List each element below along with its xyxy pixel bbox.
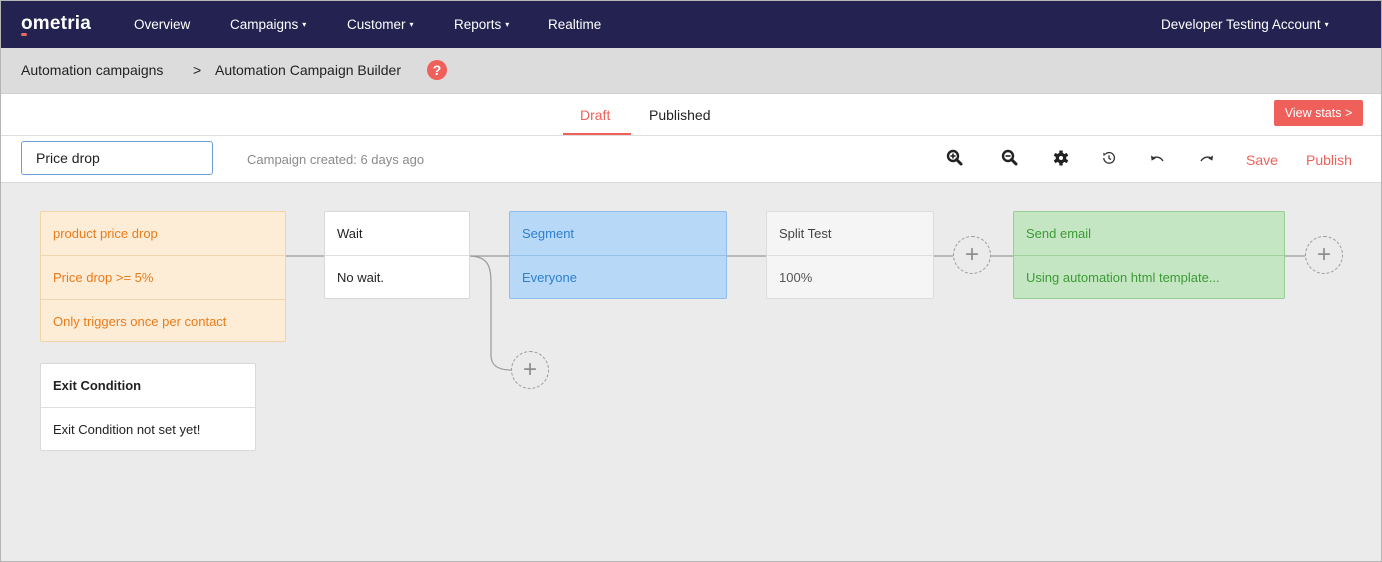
nav-customer-label: Customer [347,17,406,32]
zoom-out-icon[interactable] [1001,149,1019,167]
nav-campaigns-label: Campaigns [230,17,299,32]
undo-icon[interactable] [1148,149,1166,167]
draft-published-tabs: Draft Published View stats > [1,94,1381,136]
campaign-name-input[interactable] [21,141,213,175]
logo-text: ometria [21,13,92,34]
add-step-button[interactable]: + [953,236,991,274]
exit-condition-title: Exit Condition [53,378,142,393]
page-title: Automation Campaign Builder [215,62,401,78]
logo-underline-mark [21,33,27,36]
builder-toolbar: Campaign created: 6 days ago [1,136,1381,183]
history-icon[interactable] [1100,149,1118,167]
wait-title: Wait [337,226,363,241]
send-email-node[interactable]: Send email Using automation html templat… [1013,211,1285,299]
chevron-down-icon: ▾ [505,20,510,29]
ometria-logo[interactable]: ometria [21,13,92,36]
redo-icon[interactable] [1198,149,1216,167]
tab-published[interactable]: Published [649,107,711,123]
breadcrumb: Automation campaigns > Automation Campai… [1,48,1381,94]
tab-draft[interactable]: Draft [580,107,610,123]
automation-builder-app: ometria Overview Campaigns ▾ Customer ▾ Re… [0,0,1382,562]
top-navigation-bar: ometria Overview Campaigns ▾ Customer ▾ Re… [1,1,1381,48]
trigger-frequency: Only triggers once per contact [41,299,285,343]
workflow-canvas[interactable]: product price drop Price drop >= 5% Only… [1,183,1381,561]
nav-reports-label: Reports [454,17,502,32]
trigger-node[interactable]: product price drop Price drop >= 5% Only… [40,211,286,342]
trigger-title: product price drop [53,226,158,241]
nav-reports[interactable]: Reports ▾ [454,17,509,32]
chevron-down-icon: ▾ [302,20,307,29]
nav-realtime[interactable]: Realtime [548,17,601,32]
active-tab-indicator [563,133,631,135]
nav-realtime-label: Realtime [548,17,602,32]
nav-customer[interactable]: Customer ▾ [347,17,414,32]
save-button[interactable]: Save [1246,152,1278,168]
split-test-node[interactable]: Split Test 100% [766,211,934,299]
split-test-title: Split Test [779,226,832,241]
trigger-condition: Price drop >= 5% [41,255,285,299]
help-icon[interactable]: ? [427,60,447,80]
wait-node[interactable]: Wait No wait. [324,211,470,299]
wait-body: No wait. [325,255,469,299]
nav-overview-label: Overview [134,17,191,32]
segment-body: Everyone [510,255,726,299]
breadcrumb-automation-campaigns[interactable]: Automation campaigns [21,62,163,78]
account-name: Developer Testing Account [1161,17,1321,32]
campaign-created-text: Campaign created: 6 days ago [247,152,425,167]
send-email-title: Send email [1026,226,1092,241]
chevron-down-icon: ▾ [409,20,414,29]
zoom-in-icon[interactable] [946,149,964,167]
breadcrumb-separator: > [193,62,202,78]
send-email-body: Using automation html template... [1014,255,1284,299]
segment-node[interactable]: Segment Everyone [509,211,727,299]
split-test-body: 100% [767,255,933,299]
view-stats-button[interactable]: View stats > [1274,100,1363,126]
exit-condition-node[interactable]: Exit Condition Exit Condition not set ye… [40,363,256,451]
add-step-button[interactable]: + [1305,236,1343,274]
exit-condition-body: Exit Condition not set yet! [41,407,255,451]
publish-button[interactable]: Publish [1306,152,1352,168]
segment-title: Segment [522,226,575,241]
account-menu[interactable]: Developer Testing Account ▾ [1161,17,1329,32]
gear-icon[interactable] [1052,149,1070,167]
add-branch-button[interactable]: + [511,351,549,389]
nav-overview[interactable]: Overview [134,17,190,32]
nav-campaigns[interactable]: Campaigns ▾ [230,17,306,32]
chevron-down-icon: ▾ [1324,20,1329,29]
